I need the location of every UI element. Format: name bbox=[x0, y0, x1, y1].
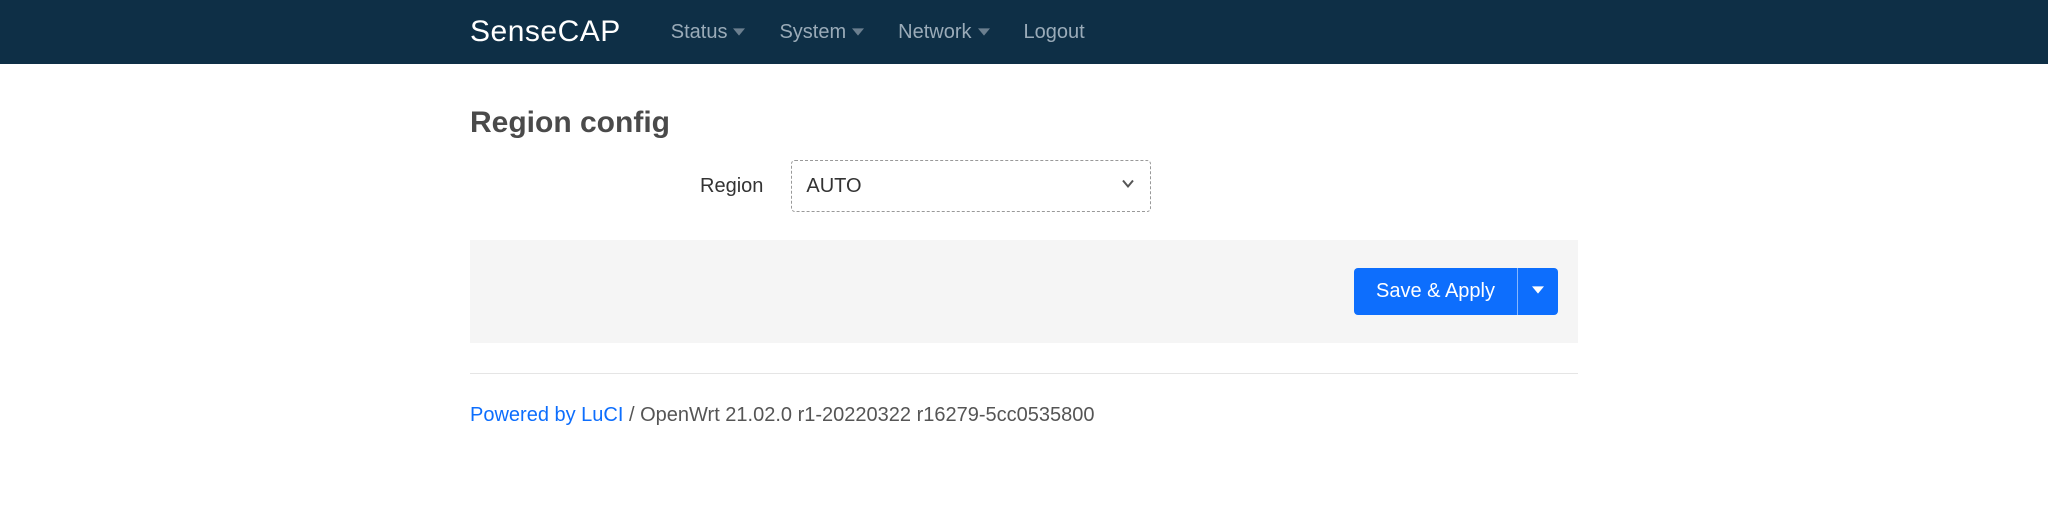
footer-divider bbox=[470, 373, 1578, 374]
region-label: Region bbox=[700, 175, 763, 198]
footer-version: OpenWrt 21.02.0 r1-20220322 r16279-5cc05… bbox=[640, 404, 1094, 426]
nav-logout-label: Logout bbox=[1024, 21, 1085, 44]
nav-status-label: Status bbox=[671, 21, 728, 44]
actions-bar: Save & Apply bbox=[470, 240, 1578, 343]
region-form-row: Region AUTO bbox=[470, 160, 1578, 212]
nav-network-label: Network bbox=[898, 21, 971, 44]
footer-separator: / bbox=[623, 404, 640, 426]
main-content: Region config Region AUTO Save & Apply P… bbox=[224, 106, 1824, 467]
nav-system[interactable]: System bbox=[779, 21, 864, 44]
nav-logout[interactable]: Logout bbox=[1024, 21, 1085, 44]
page-title: Region config bbox=[470, 106, 1578, 140]
navbar-inner: SenseCAP Status System Network Logout bbox=[224, 15, 1824, 49]
caret-down-icon bbox=[733, 21, 745, 44]
navbar: SenseCAP Status System Network Logout bbox=[0, 0, 2048, 64]
nav-status[interactable]: Status bbox=[671, 21, 746, 44]
save-apply-group: Save & Apply bbox=[1354, 268, 1558, 315]
brand-logo: SenseCAP bbox=[470, 15, 621, 49]
footer: Powered by LuCI / OpenWrt 21.02.0 r1-202… bbox=[470, 404, 1578, 467]
nav-network[interactable]: Network bbox=[898, 21, 989, 44]
save-apply-dropdown-button[interactable] bbox=[1517, 268, 1558, 315]
caret-down-icon bbox=[1532, 284, 1544, 299]
save-apply-button[interactable]: Save & Apply bbox=[1354, 268, 1517, 315]
nav-system-label: System bbox=[779, 21, 846, 44]
region-select[interactable]: AUTO bbox=[791, 160, 1151, 212]
region-select-wrapper: AUTO bbox=[791, 160, 1151, 212]
caret-down-icon bbox=[852, 21, 864, 44]
caret-down-icon bbox=[978, 21, 990, 44]
footer-link[interactable]: Powered by LuCI bbox=[470, 404, 623, 426]
